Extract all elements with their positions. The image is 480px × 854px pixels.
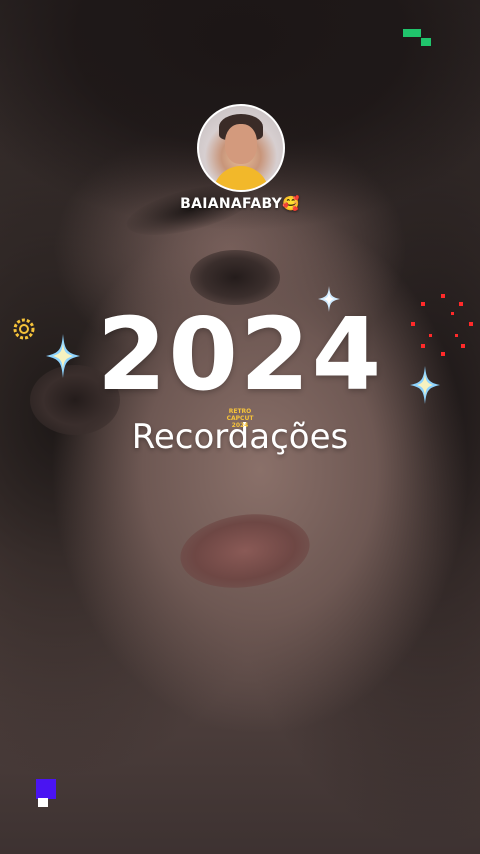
watermark-line: 2024 bbox=[231, 422, 249, 429]
white-pixel-decoration bbox=[38, 798, 48, 807]
profile-username[interactable]: BAIANAFABY🥰 bbox=[0, 196, 480, 212]
headline-year: 2024 bbox=[96, 296, 384, 413]
avatar-shirt bbox=[213, 166, 269, 190]
green-pixel-decoration bbox=[421, 38, 431, 46]
green-pixel-decoration bbox=[403, 29, 421, 37]
watermark-line: CAPCUT bbox=[226, 415, 254, 422]
watermark-logo: RETRO CAPCUT 2024 bbox=[222, 408, 258, 438]
watermark-line: RETRO bbox=[228, 408, 252, 415]
purple-pixel-decoration bbox=[36, 779, 56, 799]
avatar-face bbox=[225, 124, 257, 164]
profile-avatar[interactable] bbox=[197, 104, 285, 192]
